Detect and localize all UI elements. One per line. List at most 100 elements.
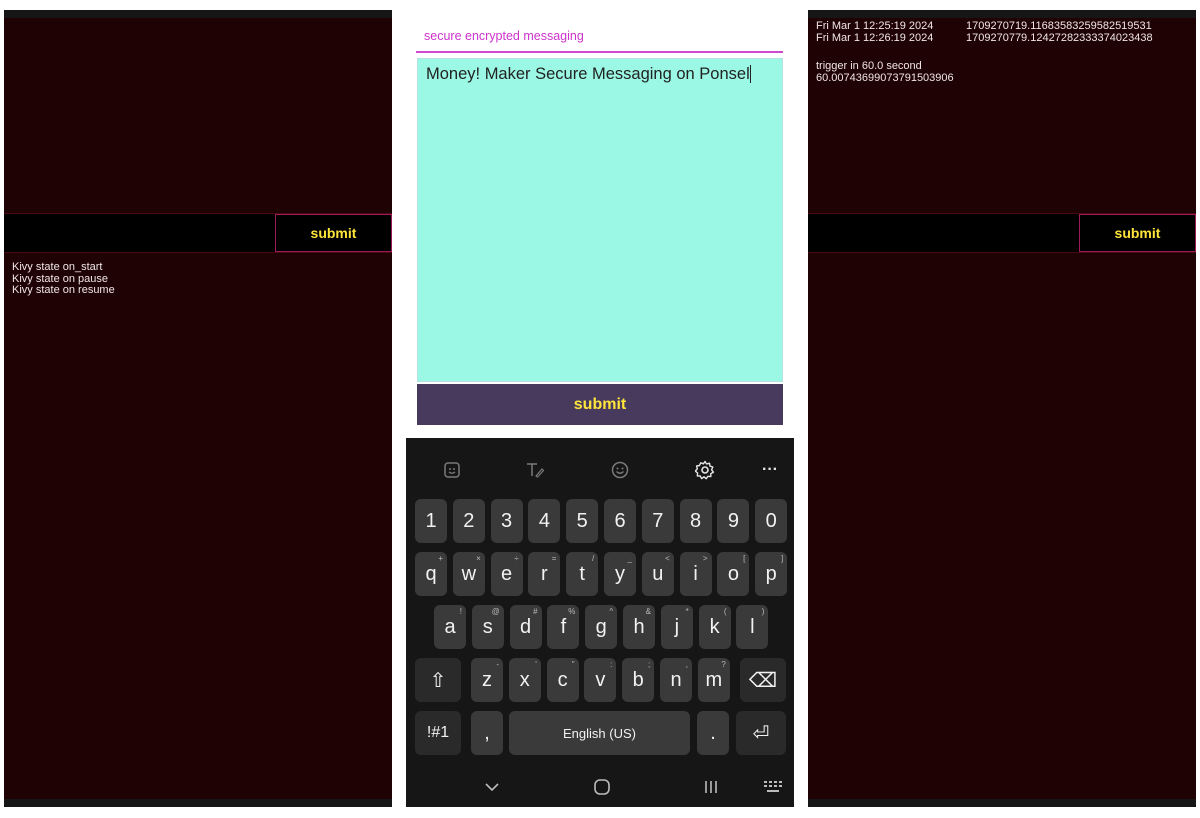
- key-6[interactable]: 6: [604, 499, 636, 543]
- app-title: secure encrypted messaging: [424, 29, 584, 43]
- enter-key[interactable]: ⏎: [736, 711, 786, 755]
- key-hint: %: [568, 607, 576, 616]
- handwriting-icon[interactable]: [523, 458, 547, 482]
- key-8[interactable]: 8: [679, 499, 712, 543]
- key-1[interactable]: 1: [415, 499, 447, 543]
- home-icon[interactable]: [592, 777, 612, 797]
- key-a[interactable]: a!: [434, 605, 466, 649]
- key-label: 8: [690, 509, 702, 532]
- key-hint: -: [496, 660, 499, 669]
- key-label: m: [705, 668, 723, 691]
- key-h[interactable]: h &: [623, 605, 655, 649]
- key-l[interactable]: l): [736, 605, 769, 649]
- key-label: English (US): [563, 725, 636, 741]
- title-underline: [416, 51, 783, 53]
- key-x[interactable]: x ': [508, 658, 541, 702]
- key-k[interactable]: k(: [698, 605, 731, 649]
- key-label: r: [541, 562, 548, 585]
- space-key[interactable]: English (US): [509, 711, 690, 755]
- key-hint: ": [571, 660, 575, 669]
- key-label: l: [750, 615, 755, 638]
- key-n[interactable]: n,: [660, 658, 692, 702]
- key-o[interactable]: o[: [717, 552, 750, 596]
- key-label: 6: [614, 509, 626, 532]
- key-f[interactable]: f%: [547, 605, 580, 649]
- emoji-icon[interactable]: [608, 458, 632, 482]
- key-label: x: [519, 668, 530, 691]
- key-label: 5: [576, 509, 588, 532]
- recent-apps-icon[interactable]: [701, 777, 721, 797]
- key-period[interactable]: .: [697, 711, 729, 755]
- key-hint: _: [627, 554, 632, 563]
- timestamp-row: Fri Mar 1 12:25:19 2024 1709270719.11683…: [816, 20, 1152, 32]
- right-input-row: submit: [808, 213, 1196, 253]
- key-hint: +: [438, 554, 443, 563]
- key-label: d: [520, 615, 532, 638]
- key-d[interactable]: d #: [509, 605, 542, 649]
- key-label: y: [615, 562, 625, 585]
- shift-key[interactable]: ⇧: [415, 658, 461, 702]
- key-hint: =: [551, 554, 557, 563]
- key-z[interactable]: z-: [471, 658, 503, 702]
- key-2[interactable]: 2: [452, 499, 485, 543]
- key-7[interactable]: 7: [641, 499, 674, 543]
- right-app-window: Fri Mar 1 12:25:19 2024 1709270719.11683…: [808, 10, 1196, 807]
- key-q[interactable]: q +: [415, 552, 447, 596]
- bottom-bar: [808, 799, 1196, 807]
- key-c[interactable]: c ": [546, 658, 579, 702]
- key-s[interactable]: s @: [471, 605, 504, 649]
- on-screen-keyboard: ··· 1 2 3 4 5 6 7 8 9 0 q + w × e ÷ r = t / y _ u < i > o[p] a! s @ d #…: [406, 438, 794, 807]
- symbols-key[interactable]: !#1: [415, 711, 461, 755]
- key-3[interactable]: 3: [490, 499, 523, 543]
- key-comma[interactable]: ,: [471, 711, 503, 755]
- right-submit-button[interactable]: submit: [1079, 214, 1196, 252]
- key-hint: &: [645, 607, 651, 616]
- key-hint: ?: [721, 660, 726, 669]
- key-i[interactable]: i >: [679, 552, 712, 596]
- left-text-input[interactable]: [4, 214, 274, 252]
- key-p[interactable]: p]: [755, 552, 788, 596]
- left-submit-button[interactable]: submit: [275, 214, 392, 252]
- key-9[interactable]: 9: [717, 499, 750, 543]
- key-m[interactable]: m?: [697, 658, 730, 702]
- key-hint: @: [491, 607, 500, 616]
- key-e[interactable]: e ÷: [490, 552, 523, 596]
- key-label: k: [709, 615, 720, 638]
- key-j[interactable]: j *: [660, 605, 693, 649]
- log-line: 60.00743699073791503906: [816, 71, 954, 84]
- key-5[interactable]: 5: [566, 499, 599, 543]
- key-label: 3: [501, 509, 513, 532]
- key-u[interactable]: u <: [641, 552, 674, 596]
- timestamp-epoch: 1709270779.12427282333374023438: [966, 32, 1153, 44]
- key-t[interactable]: t /: [566, 552, 599, 596]
- backspace-key[interactable]: ⌫: [740, 658, 786, 702]
- key-label: 0: [765, 509, 777, 532]
- timestamp-date: Fri Mar 1 12:26:19 2024: [816, 32, 934, 44]
- key-y[interactable]: y _: [604, 552, 636, 596]
- key-g[interactable]: g ^: [585, 605, 618, 649]
- key-label: s: [482, 615, 493, 638]
- key-0[interactable]: 0: [755, 499, 788, 543]
- key-r[interactable]: r =: [528, 552, 561, 596]
- key-b[interactable]: b;: [622, 658, 655, 702]
- key-label: b: [632, 668, 644, 691]
- status-bar: [808, 10, 1196, 18]
- key-label: .: [710, 721, 716, 744]
- settings-icon[interactable]: [693, 458, 717, 482]
- left-input-row: submit: [4, 213, 392, 253]
- key-label: n: [670, 668, 682, 691]
- sticker-icon[interactable]: [440, 458, 464, 482]
- key-label: i: [693, 562, 698, 585]
- key-hint: ×: [476, 554, 481, 563]
- key-v[interactable]: v:: [584, 658, 617, 702]
- back-chevron-icon[interactable]: [482, 777, 502, 797]
- key-4[interactable]: 4: [528, 499, 561, 543]
- message-submit-button[interactable]: submit: [417, 384, 783, 425]
- right-text-input[interactable]: [808, 214, 1078, 252]
- key-w[interactable]: w ×: [452, 552, 485, 596]
- key-label: p: [765, 562, 777, 585]
- more-icon[interactable]: ···: [758, 458, 782, 482]
- keyboard-switch-icon[interactable]: [762, 777, 784, 797]
- message-input[interactable]: Money! Maker Secure Messaging on Ponsel: [417, 58, 783, 382]
- key-label: ,: [484, 721, 490, 744]
